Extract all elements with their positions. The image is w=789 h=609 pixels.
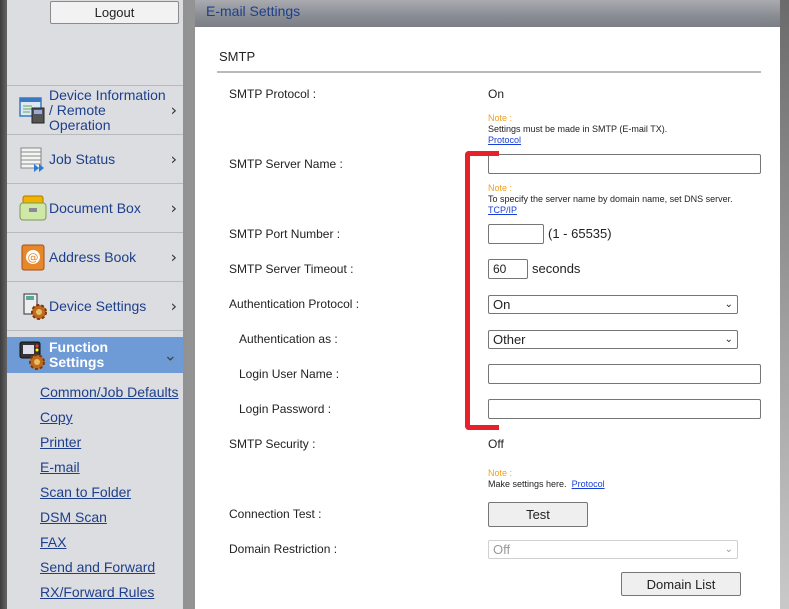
port-range-hint: (1 - 65535) [548, 226, 612, 241]
divider [217, 71, 761, 73]
address-book-icon: @ [18, 242, 48, 272]
timeout-unit: seconds [532, 261, 581, 276]
svg-text:@: @ [28, 251, 39, 264]
login-user-name-input[interactable] [488, 364, 761, 384]
section-title: SMTP [219, 49, 256, 64]
sidebar-item-label: Function Settings [49, 339, 109, 370]
note-text: Settings must be made in SMTP (E-mail TX… [488, 124, 668, 134]
subnav-printer[interactable]: Printer [40, 434, 179, 459]
connection-test-label: Connection Test : [229, 507, 322, 521]
note-label: Note : [488, 468, 513, 478]
smtp-server-name-input[interactable] [488, 154, 761, 174]
sidebar-item-document-box[interactable]: Document Box › [7, 183, 183, 232]
sidebar-item-label: Device Information / Remote Operation [49, 86, 166, 133]
subnav-common-job-defaults[interactable]: Common/Job Defaults [40, 384, 179, 409]
selected-value: Off [493, 542, 511, 557]
authentication-as-label: Authentication as : [239, 332, 338, 346]
page-title: E-mail Settings [195, 0, 780, 27]
logout-button[interactable]: Logout [50, 1, 179, 24]
authentication-protocol-label: Authentication Protocol : [229, 297, 360, 311]
chevron-down-icon: ⌄ [163, 345, 177, 365]
function-settings-icon [18, 340, 48, 370]
smtp-protocol-value: On [488, 87, 505, 101]
smtp-server-name-label: SMTP Server Name : [229, 157, 343, 171]
domain-restriction-select: Off ⌄ [488, 540, 738, 559]
chevron-right-icon: › [170, 247, 177, 267]
smtp-port-number-label: SMTP Port Number : [229, 227, 341, 241]
chevron-down-icon: ⌄ [724, 544, 733, 555]
authentication-protocol-select[interactable]: On ⌄ [488, 295, 738, 314]
annotation-bracket [465, 151, 499, 430]
document-box-icon [18, 193, 48, 223]
test-button[interactable]: Test [488, 502, 588, 527]
smtp-security-value: Off [488, 437, 504, 451]
smtp-protocol-label: SMTP Protocol : [229, 87, 317, 101]
protocol-link[interactable]: Protocol [572, 479, 605, 489]
note-label: Note : [488, 183, 513, 193]
sidebar-item-address-book[interactable]: @ Address Book › [7, 232, 183, 281]
sidebar-item-device-settings[interactable]: Device Settings › [7, 281, 183, 330]
sidebar-item-job-status[interactable]: Job Status › [7, 134, 183, 183]
subnav-rx-forward-rules[interactable]: RX/Forward Rules [40, 584, 179, 609]
sidebar-item-label: Device Settings [49, 297, 147, 314]
sidebar-item-label: Address Book [49, 248, 137, 265]
job-status-icon [18, 144, 48, 174]
domain-restriction-label: Domain Restriction : [229, 542, 338, 556]
login-user-name-label: Login User Name : [239, 367, 340, 381]
sidebar: Logout Device Information / Remote Opera… [7, 0, 183, 609]
smtp-server-timeout-label: SMTP Server Timeout : [229, 262, 354, 276]
smtp-security-note: Note : Make settings here. Protocol [488, 468, 605, 490]
domain-list-button[interactable]: Domain List [621, 572, 741, 596]
subnav-fax[interactable]: FAX [40, 534, 179, 559]
sidebar-item-label: Document Box [49, 199, 141, 216]
protocol-link[interactable]: Protocol [488, 135, 521, 145]
page-scrollbar[interactable] [780, 0, 789, 609]
sidebar-item-label: Job Status [49, 150, 116, 167]
sidebar-item-device-information[interactable]: Device Information / Remote Operation › [7, 85, 183, 134]
authentication-as-select[interactable]: Other ⌄ [488, 330, 738, 349]
subnav-copy[interactable]: Copy [40, 409, 179, 434]
login-password-input[interactable] [488, 399, 761, 419]
chevron-right-icon: › [170, 100, 177, 120]
login-password-label: Login Password : [239, 402, 332, 416]
chevron-down-icon: ⌄ [724, 334, 733, 345]
note-text: Make settings here. [488, 479, 567, 489]
note-text: To specify the server name by domain nam… [488, 194, 733, 204]
chevron-right-icon: › [170, 296, 177, 316]
subnav-send-and-forward[interactable]: Send and Forward [40, 559, 179, 584]
device-settings-icon [18, 291, 48, 321]
smtp-security-label: SMTP Security : [229, 437, 316, 451]
smtp-protocol-note: Note : Settings must be made in SMTP (E-… [488, 113, 667, 146]
divider [7, 330, 183, 331]
smtp-server-name-note: Note : To specify the server name by dom… [488, 183, 738, 216]
sidebar-nav: Device Information / Remote Operation › … [7, 85, 183, 373]
note-label: Note : [488, 113, 513, 123]
function-settings-subnav: Common/Job Defaults Copy Printer E-mail … [40, 384, 179, 609]
device-information-icon [18, 95, 48, 125]
chevron-right-icon: › [170, 198, 177, 218]
sidebar-item-function-settings[interactable]: Function Settings ⌄ [7, 337, 183, 373]
subnav-dsm-scan[interactable]: DSM Scan [40, 509, 179, 534]
subnav-scan-to-folder[interactable]: Scan to Folder [40, 484, 179, 509]
chevron-down-icon: ⌄ [724, 299, 733, 310]
chevron-right-icon: › [170, 149, 177, 169]
subnav-email[interactable]: E-mail [40, 459, 179, 484]
